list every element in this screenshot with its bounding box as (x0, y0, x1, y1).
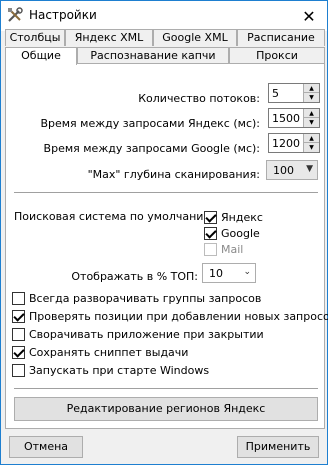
checkbox-icon (12, 327, 25, 341)
title-bar: Настройки ✕ (1, 1, 327, 31)
apply-button[interactable]: Применить (237, 436, 319, 458)
spin-up-icon[interactable]: ▲ (304, 84, 319, 93)
window-title: Настройки (29, 8, 97, 22)
max-depth-label: "Max" глубина сканирования: (87, 168, 260, 181)
spin-up-icon[interactable]: ▲ (304, 134, 319, 143)
top-percent-label: Отображать в % ТОП: (71, 270, 198, 283)
checkbox-icon (12, 345, 25, 359)
max-depth-select[interactable]: 100 ▼ (266, 160, 318, 180)
checkbox-icon (204, 242, 217, 256)
option-expand-groups[interactable]: Всегда разворачивать группы запросов (12, 290, 261, 306)
yandex-delay-value: 1500 (272, 112, 300, 125)
google-delay-label: Время между запросами Google (мс): (43, 142, 260, 155)
threads-spinner[interactable]: 5 ▲ ▼ (268, 83, 320, 103)
tab-schedule[interactable]: Расписание (237, 29, 325, 46)
spin-down-icon[interactable]: ▼ (304, 118, 319, 127)
threads-label: Количество потоков: (138, 92, 260, 105)
checkbox-icon (12, 363, 25, 377)
yandex-delay-label: Время между запросами Яндекс (мс): (40, 117, 260, 130)
spin-down-icon[interactable]: ▼ (304, 93, 319, 102)
yandex-delay-spinner[interactable]: 1500 ▲ ▼ (268, 108, 320, 128)
max-depth-value: 100 (273, 164, 294, 177)
settings-window: Настройки ✕ Столбцы Яндекс XML Google XM… (0, 0, 328, 465)
chevron-down-icon: ⌄ (243, 267, 251, 277)
checkbox-icon (204, 226, 217, 240)
option-run-at-startup[interactable]: Запускать при старте Windows (12, 362, 209, 378)
tab-general[interactable]: Общие (5, 47, 77, 65)
checkbox-icon (12, 291, 25, 305)
divider (14, 192, 318, 193)
top-percent-value: 10 (209, 267, 223, 280)
chevron-down-icon: ▼ (306, 164, 313, 174)
close-button[interactable]: ✕ (291, 1, 327, 31)
option-minimize-on-close[interactable]: Сворачивать приложение при закрытии (12, 326, 264, 342)
checkbox-icon (12, 309, 25, 323)
divider (14, 388, 318, 389)
tools-icon (7, 7, 23, 23)
threads-value: 5 (272, 87, 279, 100)
google-delay-value: 1200 (272, 137, 300, 150)
tab-captcha[interactable]: Распознавание капчи (77, 47, 229, 64)
spin-down-icon[interactable]: ▼ (304, 143, 319, 152)
cancel-button[interactable]: Отмена (9, 436, 83, 458)
checkbox-icon (204, 210, 217, 224)
option-check-positions[interactable]: Проверять позиции при добавлении новых з… (12, 308, 328, 324)
close-icon: ✕ (302, 6, 316, 26)
engine-yandex-checkbox[interactable]: Яндекс (204, 209, 263, 225)
general-panel: Количество потоков: 5 ▲ ▼ Время между зап… (5, 63, 328, 429)
top-percent-select[interactable]: 10 ⌄ (202, 263, 256, 283)
spin-up-icon[interactable]: ▲ (304, 109, 319, 118)
tab-google-xml[interactable]: Google XML (153, 29, 237, 46)
option-save-snippet[interactable]: Сохранять сниппет выдачи (12, 344, 188, 360)
tab-columns[interactable]: Столбцы (5, 29, 65, 46)
default-engine-label: Поисковая система по умолчанию: (14, 210, 217, 223)
tab-proxy[interactable]: Прокси (229, 47, 325, 64)
engine-google-checkbox[interactable]: Google (204, 225, 260, 241)
google-delay-spinner[interactable]: 1200 ▲ ▼ (268, 133, 320, 153)
edit-regions-button[interactable]: Редактирование регионов Яндекс (14, 397, 318, 421)
engine-mail-checkbox: Mail (204, 241, 243, 257)
tab-yandex-xml[interactable]: Яндекс XML (65, 29, 153, 46)
